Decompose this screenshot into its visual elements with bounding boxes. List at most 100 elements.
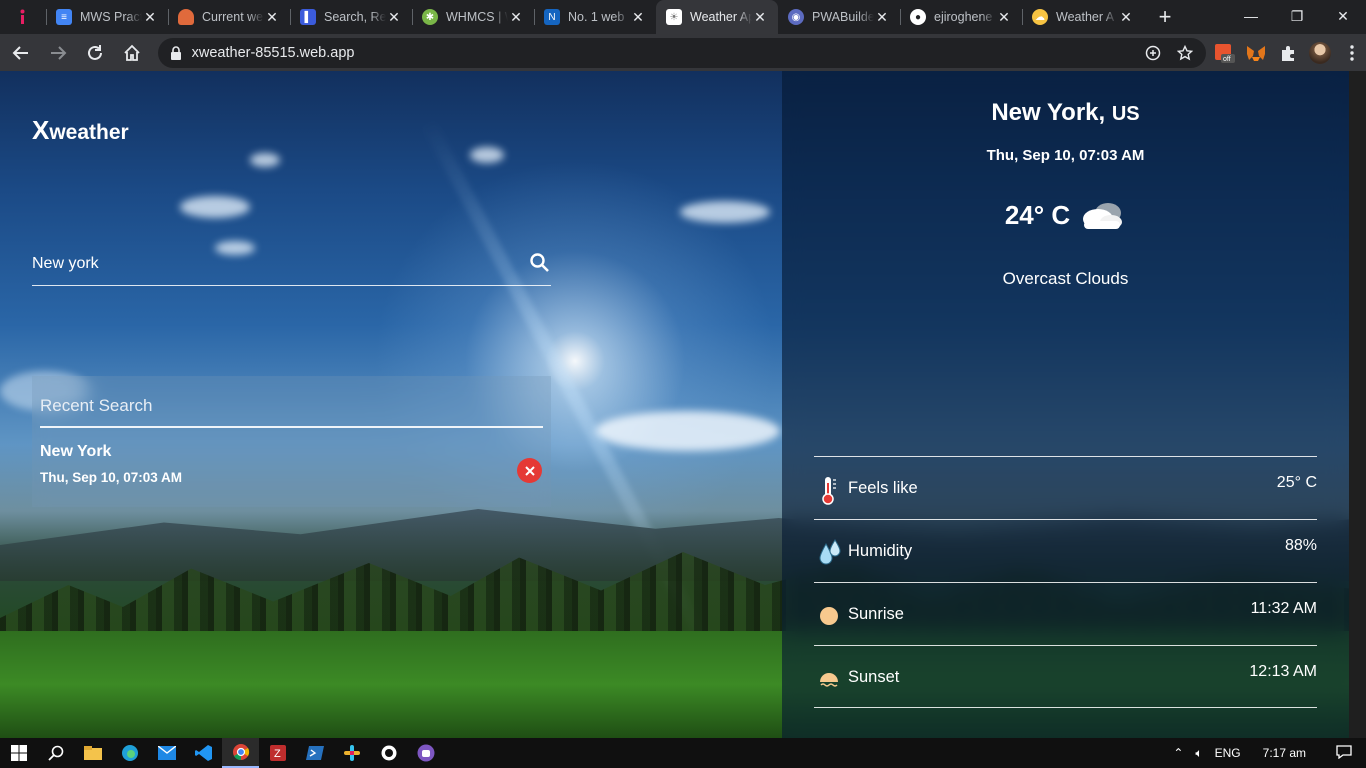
city-name: New York,	[991, 99, 1106, 126]
tab-current-weather[interactable]: Current we ✕	[168, 0, 290, 34]
tab-title: PWABuilde	[812, 10, 874, 24]
browser-toolbar: xweather-85515.web.app off	[0, 34, 1366, 71]
tab-weather-app-2[interactable]: ☁ Weather A ✕	[1022, 0, 1144, 34]
windows-taskbar: Z ⌃ 🔈︎ ENG 7:17 am	[0, 738, 1366, 768]
temperature-row: 24° C	[782, 199, 1349, 231]
add-to-home-icon[interactable]	[1142, 42, 1164, 64]
app-logo[interactable]: Xweather	[32, 115, 129, 146]
menu-kebab-icon[interactable]	[1338, 39, 1366, 67]
close-icon	[524, 465, 535, 476]
tab-github[interactable]: ● ejiroghene ✕	[900, 0, 1022, 34]
tab-title: No. 1 web	[568, 10, 625, 24]
edge-browser-icon[interactable]	[111, 738, 148, 768]
stat-label: Feels like	[848, 479, 918, 497]
github-desktop-icon[interactable]	[370, 738, 407, 768]
url-text: xweather-85515.web.app	[191, 44, 355, 61]
extension-off-icon[interactable]: off	[1210, 39, 1238, 67]
chrome-icon[interactable]	[222, 738, 259, 768]
speaker-icon[interactable]: 🔈︎	[1189, 746, 1208, 761]
stat-value: 88%	[1284, 537, 1317, 554]
n-icon: N	[544, 9, 560, 25]
tab-search-results[interactable]: ▌ Search, Re ✕	[290, 0, 412, 34]
file-explorer-icon[interactable]	[74, 738, 111, 768]
overcast-cloud-icon	[1083, 203, 1123, 229]
tab-close-icon[interactable]: ✕	[752, 9, 768, 25]
docs-icon: ≡	[56, 9, 72, 25]
chevron-up-icon[interactable]: ⌃	[1167, 746, 1189, 760]
metamask-fox-icon[interactable]	[1242, 39, 1270, 67]
recent-search-title: Recent Search	[40, 396, 543, 428]
tab-close-icon[interactable]: ✕	[630, 9, 646, 25]
weather-stats-list: Feels like 25° C Humidity 88% Sunrise 11…	[814, 456, 1317, 708]
tab-whmcs[interactable]: ✱ WHMCS | W ✕	[412, 0, 534, 34]
mail-icon[interactable]	[148, 738, 185, 768]
stat-sunset: Sunset 12:13 AM	[814, 645, 1317, 708]
home-button[interactable]	[116, 37, 148, 69]
forward-button[interactable]	[42, 37, 74, 69]
restore-icon[interactable]: ❐	[1274, 0, 1320, 32]
stat-label: Sunset	[848, 668, 900, 686]
filezilla-icon[interactable]: Z	[259, 738, 296, 768]
tab-title: Weather Ap	[690, 10, 752, 24]
pinned-tab[interactable]	[0, 0, 46, 34]
tab-close-icon[interactable]: ✕	[386, 9, 402, 25]
app-purple-icon[interactable]	[407, 738, 444, 768]
tab-close-icon[interactable]: ✕	[264, 9, 280, 25]
current-datetime: Thu, Sep 10, 07:03 AM	[986, 147, 1145, 164]
slack-icon[interactable]	[333, 738, 370, 768]
tab-title: Search, Re	[324, 10, 386, 24]
city-heading: New York, US	[782, 99, 1349, 127]
tab-strip: ≡ MWS Practi ✕ Current we ✕ ▌ Search, Re…	[0, 0, 1366, 34]
search-icon[interactable]	[529, 252, 551, 274]
page-scrollbar[interactable]	[1349, 71, 1366, 738]
tab-close-icon[interactable]: ✕	[996, 9, 1012, 25]
extensions-puzzle-icon[interactable]	[1274, 39, 1302, 67]
tab-pwabuilder[interactable]: ◉ PWABuilde ✕	[778, 0, 900, 34]
stat-label: Sunrise	[848, 605, 904, 623]
powershell-icon[interactable]	[296, 738, 333, 768]
windows-start-icon[interactable]	[0, 738, 37, 768]
language-indicator[interactable]: ENG	[1209, 746, 1247, 760]
star-icon[interactable]	[1174, 42, 1196, 64]
minimize-icon[interactable]: —	[1228, 0, 1274, 32]
reload-button[interactable]	[79, 37, 111, 69]
stat-sunrise: Sunrise 11:32 AM	[814, 582, 1317, 645]
clock[interactable]: 7:17 am	[1247, 746, 1322, 760]
tab-close-icon[interactable]: ✕	[508, 9, 524, 25]
arrow-right-icon	[50, 45, 67, 60]
address-bar[interactable]: xweather-85515.web.app	[157, 37, 1207, 68]
tab-weather-app-active[interactable]: ☀ Weather Ap ✕	[656, 0, 778, 34]
svg-text:Z: Z	[274, 748, 281, 760]
city-search-input[interactable]	[32, 247, 512, 281]
stat-value: 25° C	[1276, 474, 1317, 491]
tab-no1-web[interactable]: N No. 1 web ✕	[534, 0, 656, 34]
tab-close-icon[interactable]: ✕	[1118, 9, 1134, 25]
tab-title: WHMCS | W	[446, 10, 508, 24]
weather-icon: ☁	[1032, 9, 1048, 25]
sunset-icon	[817, 663, 841, 695]
recent-search-panel: Recent Search New York Thu, Sep 10, 07:0…	[32, 376, 551, 507]
tab-close-icon[interactable]: ✕	[142, 9, 158, 25]
remove-recent-button[interactable]	[517, 458, 542, 483]
web-page: Xweather Recent Search New York Thu, Sep…	[0, 71, 1366, 738]
logo-text: weather	[49, 121, 129, 144]
new-tab-button[interactable]: +	[1148, 0, 1182, 34]
notifications-icon[interactable]	[1322, 744, 1366, 762]
tab-close-icon[interactable]: ✕	[874, 9, 890, 25]
tab-mws-practice[interactable]: ≡ MWS Practi ✕	[46, 0, 168, 34]
profile-avatar[interactable]	[1306, 39, 1334, 67]
close-window-icon[interactable]: ✕	[1320, 0, 1366, 32]
vscode-icon[interactable]	[185, 738, 222, 768]
search-taskbar-icon[interactable]	[37, 738, 74, 768]
cloud-icon	[178, 9, 194, 25]
stat-value: 12:13 AM	[1249, 663, 1317, 680]
back-button[interactable]	[5, 37, 37, 69]
water-drops-icon	[817, 537, 841, 569]
stat-value: 11:32 AM	[1250, 600, 1317, 617]
country-code: US	[1111, 103, 1140, 125]
recent-search-city[interactable]: New York	[40, 443, 111, 461]
pwa-icon: ◉	[788, 9, 804, 25]
stat-feels-like: Feels like 25° C	[814, 456, 1317, 519]
tab-title: Weather A	[1056, 10, 1115, 24]
sun-icon: ☀	[666, 9, 682, 25]
